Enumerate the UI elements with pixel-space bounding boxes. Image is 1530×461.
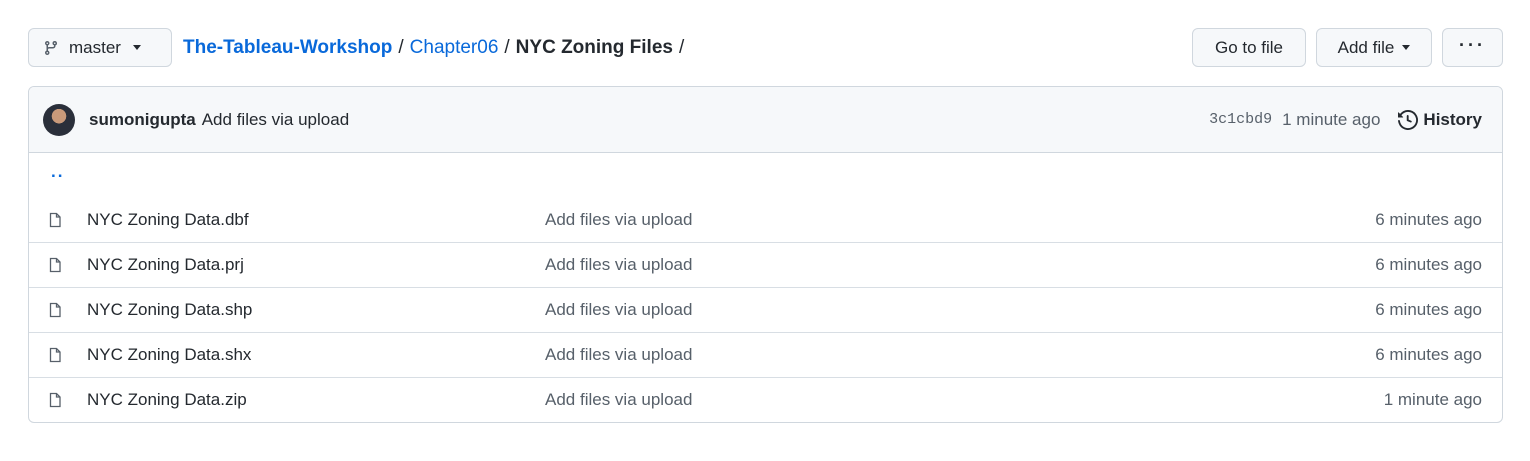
file-age: 6 minutes ago [1375, 345, 1482, 364]
commit-time: 1 minute ago [1282, 109, 1381, 129]
breadcrumb-separator: / [504, 36, 510, 58]
file-name-link[interactable]: NYC Zoning Data.shx [87, 345, 545, 365]
add-file-label: Add file [1337, 37, 1395, 57]
more-options-button[interactable]: ··· [1442, 28, 1503, 67]
git-branch-icon [44, 40, 57, 55]
file-list: sumonigupta Add files via upload 3c1cbd9… [28, 86, 1503, 423]
file-age: 6 minutes ago [1375, 300, 1482, 319]
file-age: 6 minutes ago [1375, 209, 1482, 229]
history-label: History [1423, 109, 1482, 129]
go-to-file-button[interactable]: Go to file [1192, 28, 1306, 67]
file-rows: NYC Zoning Data.dbf Add files via upload… [29, 197, 1502, 422]
commit-message[interactable]: Add files via upload [202, 110, 349, 130]
file-commit-message[interactable]: Add files via upload [545, 210, 692, 230]
chevron-down-icon [1402, 45, 1411, 50]
breadcrumb-current: NYC Zoning Files [515, 36, 673, 58]
commit-meta: 3c1cbd9 1 minute ago History [1209, 110, 1482, 130]
parent-directory-link[interactable]: .. [51, 162, 64, 182]
avatar[interactable] [43, 103, 75, 136]
file-icon [49, 257, 61, 273]
file-age: 6 minutes ago [1375, 255, 1482, 274]
file-row[interactable]: NYC Zoning Data.dbf Add files via upload… [29, 197, 1502, 242]
file-commit-message[interactable]: Add files via upload [545, 345, 692, 365]
breadcrumb-separator: / [678, 36, 685, 58]
file-actions: Go to file Add file ··· [1192, 28, 1503, 67]
history-clock-icon [1398, 109, 1419, 130]
file-name-link[interactable]: NYC Zoning Data.zip [87, 390, 545, 410]
history-link[interactable]: History [1398, 110, 1482, 130]
chevron-down-icon [132, 45, 141, 50]
file-age: 1 minute ago [1383, 390, 1482, 409]
branch-name: master [69, 37, 121, 57]
add-file-button[interactable]: Add file [1316, 28, 1432, 67]
file-commit-message[interactable]: Add files via upload [545, 255, 692, 275]
file-row[interactable]: NYC Zoning Data.shx Add files via upload… [29, 332, 1502, 377]
file-icon [49, 212, 61, 227]
file-name-link[interactable]: NYC Zoning Data.prj [87, 255, 545, 275]
file-icon [49, 347, 61, 363]
branch-select-button[interactable]: master [28, 28, 172, 67]
commit-sha[interactable]: 3c1cbd9 [1209, 111, 1272, 128]
breadcrumb: The-Tableau-Workshop / Chapter06 / NYC Z… [183, 37, 690, 59]
file-commit-message[interactable]: Add files via upload [545, 390, 692, 410]
file-name-link[interactable]: NYC Zoning Data.shp [87, 300, 545, 320]
file-navigation-bar: master The-Tableau-Workshop / Chapter06 … [28, 28, 1503, 67]
latest-commit-bar: sumonigupta Add files via upload 3c1cbd9… [29, 87, 1502, 153]
breadcrumb-repo-link[interactable]: The-Tableau-Workshop [183, 37, 392, 59]
file-icon [49, 302, 61, 318]
file-row[interactable]: NYC Zoning Data.zip Add files via upload… [29, 377, 1502, 422]
commit-author[interactable]: sumonigupta [89, 110, 196, 130]
kebab-horizontal-icon: ··· [1459, 34, 1486, 55]
file-row[interactable]: NYC Zoning Data.prj Add files via upload… [29, 242, 1502, 287]
breadcrumb-separator: / [398, 36, 404, 58]
file-icon [49, 392, 61, 408]
file-name-link[interactable]: NYC Zoning Data.dbf [87, 210, 545, 230]
file-commit-message[interactable]: Add files via upload [545, 300, 692, 320]
breadcrumb-folder-link[interactable]: Chapter06 [410, 37, 499, 59]
parent-directory-row[interactable]: .. [29, 153, 1502, 197]
file-row[interactable]: NYC Zoning Data.shp Add files via upload… [29, 287, 1502, 332]
